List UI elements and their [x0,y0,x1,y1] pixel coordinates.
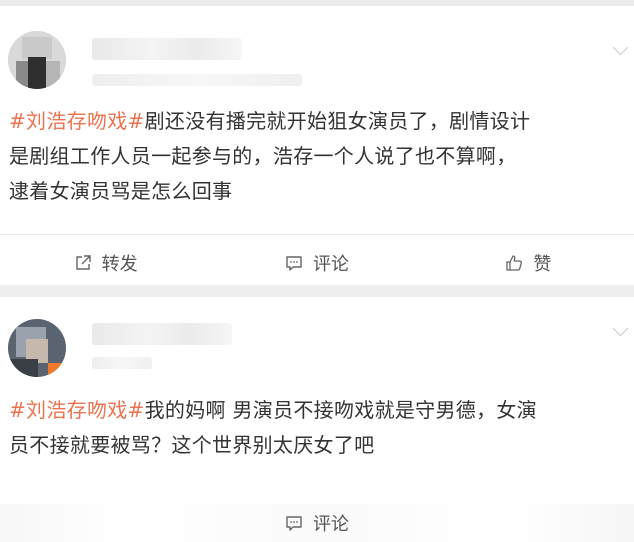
hashtag-link[interactable]: #刘浩存吻戏# [9,398,145,422]
post-line: #刘浩存吻戏#剧还没有播完就开始狙女演员了，剧情设计 [9,104,622,139]
comment-label: 评论 [312,254,349,275]
thumbs-up-icon [506,255,523,271]
post-text: #刘浩存吻戏#剧还没有播完就开始狙女演员了，剧情设计 是剧组工作人员一起参与的，… [9,104,622,209]
comment-button[interactable]: 评论 [211,238,422,288]
post-text: #刘浩存吻戏#我的妈啊 男演员不接吻戏就是守男德，女演 员不接就要被骂？这个世界… [9,393,622,463]
comment-button[interactable]: 评论 [0,504,634,542]
repost-label: 转发 [101,254,138,275]
post-line: #刘浩存吻戏#我的妈啊 男演员不接吻戏就是守男德，女演 [9,393,622,428]
post-line: 是剧组工作人员一起参与的，浩存一个人说了也不算啊， [9,144,517,168]
username-blurred[interactable] [92,38,242,60]
post-text-segment: 剧还没有播完就开始狙女演员了，剧情设计 [144,109,531,133]
post-card: #刘浩存吻戏#我的妈啊 男演员不接吻戏就是守男德，女演 员不接就要被骂？这个世界… [0,297,634,542]
action-bar: 转发 评论 赞 [0,238,634,288]
avatar[interactable] [8,319,66,377]
avatar[interactable] [8,31,66,89]
comment-icon [286,256,302,271]
post-text-segment: 我的妈啊 男演员不接吻戏就是守男德，女演 [144,398,537,422]
repost-button[interactable]: 转发 [0,238,211,288]
post-line: 逮着女演员骂是怎么回事 [9,179,233,203]
comment-icon [286,516,302,531]
username-blurred[interactable] [92,323,232,345]
action-bar: 评论 [0,504,634,542]
comment-label: 评论 [313,514,349,535]
chevron-down-icon[interactable] [612,320,629,337]
hashtag-link[interactable]: #刘浩存吻戏# [9,109,145,133]
post-meta-blurred [92,74,302,86]
repost-icon [75,255,91,270]
like-label: 赞 [533,254,552,275]
like-button[interactable]: 赞 [423,238,634,288]
post-meta-blurred [92,357,152,369]
chevron-down-icon[interactable] [612,39,629,56]
post-card: #刘浩存吻戏#剧还没有播完就开始狙女演员了，剧情设计 是剧组工作人员一起参与的，… [0,6,634,285]
post-line: 员不接就要被骂？这个世界别太厌女了吧 [9,433,375,457]
divider [0,234,634,235]
